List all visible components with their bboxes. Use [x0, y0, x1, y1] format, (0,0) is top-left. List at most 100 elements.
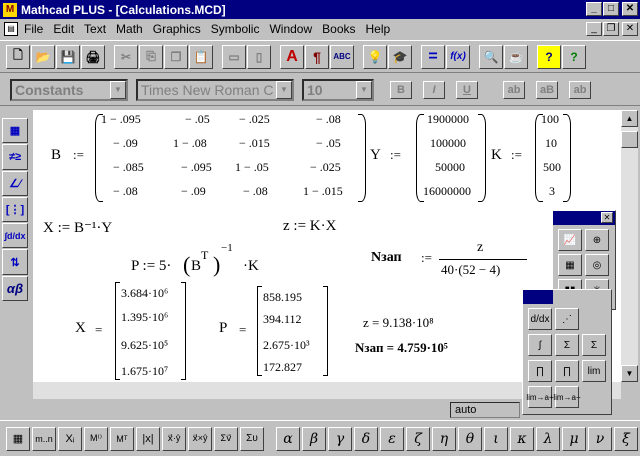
align-horizontal-button[interactable]: ▭ — [222, 44, 246, 69]
scroll-up-icon[interactable]: ▲ — [621, 110, 638, 127]
style-select[interactable]: Constants ▼ — [10, 78, 128, 101]
menu-help[interactable]: Help — [366, 22, 391, 36]
zoom-button[interactable]: 🔍 — [479, 44, 503, 69]
bold-button[interactable]: B — [390, 80, 412, 99]
greek-gamma[interactable]: γ — [328, 426, 352, 451]
calculus-icon[interactable]: ∫d/dx — [2, 223, 28, 249]
graph-icon[interactable]: ∠∕ — [2, 170, 28, 196]
programming-icon[interactable]: ⇅ — [2, 249, 28, 275]
insert-function-button[interactable]: f(x) — [446, 44, 470, 69]
spell-check-button[interactable]: ABC — [330, 44, 354, 69]
greek-icon[interactable]: αβ — [2, 275, 28, 301]
superscript-button[interactable]: aB — [536, 80, 558, 99]
hat-icon[interactable]: 🎓 — [388, 44, 412, 69]
document-icon[interactable]: ▤ — [4, 22, 18, 36]
polar-plot-icon[interactable]: ⊕ — [585, 229, 609, 251]
greek-eta[interactable]: η — [432, 426, 456, 451]
paragraph-button[interactable]: ¶ — [305, 44, 329, 69]
font-select[interactable]: Times New Roman C ▼ — [136, 78, 294, 101]
lightbulb-icon[interactable]: 💡 — [363, 44, 387, 69]
context-help-button[interactable]: ? — [562, 44, 586, 69]
greek-nu[interactable]: ν — [588, 426, 612, 451]
menu-books[interactable]: Books — [322, 22, 355, 36]
summation-button[interactable]: Σ — [555, 334, 579, 356]
matrix-icon[interactable]: [⋮] — [2, 196, 28, 223]
size-select[interactable]: 10 ▼ — [302, 78, 374, 101]
graph-palette-titlebar[interactable]: ✕ — [553, 211, 615, 225]
menu-symbolic[interactable]: Symbolic — [211, 22, 260, 36]
subscript-button[interactable]: Xᵢ — [58, 426, 82, 451]
greek-mu[interactable]: μ — [562, 426, 586, 451]
derivative-button[interactable]: d/dx — [528, 308, 552, 330]
vectorize-button[interactable]: Σv⃗ — [214, 426, 238, 451]
calculus-palette-titlebar[interactable] — [523, 290, 553, 304]
sum-vector-button[interactable]: Συ — [240, 426, 264, 451]
greek-zeta[interactable]: ζ — [406, 426, 430, 451]
contour-plot-icon[interactable]: ◎ — [585, 254, 609, 276]
doc-restore-button[interactable]: ❐ — [603, 22, 619, 36]
inverse-button[interactable]: M⁽⁾ — [84, 426, 108, 451]
greek-epsilon[interactable]: ε — [380, 426, 404, 451]
menu-text[interactable]: Text — [84, 22, 106, 36]
greek-beta[interactable]: β — [302, 426, 326, 451]
align-vertical-button[interactable]: ▯ — [247, 44, 271, 69]
menu-edit[interactable]: Edit — [53, 22, 74, 36]
chevron-down-icon[interactable]: ▼ — [110, 80, 126, 99]
underline-button[interactable]: U — [456, 80, 478, 99]
menu-math[interactable]: Math — [116, 22, 143, 36]
transpose-button[interactable]: Mᵀ — [110, 426, 134, 451]
cross-product-button[interactable]: x⃗×ŷ — [188, 426, 212, 451]
doc-close-button[interactable]: ✕ — [622, 22, 638, 36]
limit-right-button[interactable]: lim→a+ — [526, 386, 554, 408]
paste-button[interactable]: 📋 — [189, 44, 213, 69]
surface-plot-icon[interactable]: ▦ — [558, 254, 582, 276]
calculate-button[interactable]: = — [421, 44, 445, 69]
scroll-down-icon[interactable]: ▼ — [621, 365, 638, 382]
menu-graphics[interactable]: Graphics — [153, 22, 201, 36]
subscript-button[interactable]: ab — [569, 80, 591, 99]
help-button[interactable]: ? — [537, 44, 561, 69]
product-button[interactable]: ∏ — [528, 360, 552, 382]
menu-file[interactable]: File — [24, 22, 43, 36]
range-product-button[interactable]: ∏ — [555, 360, 579, 382]
xy-plot-icon[interactable]: 📈 — [558, 229, 582, 251]
vector-field-icon[interactable]: ⋰ — [555, 308, 579, 330]
greek-iota[interactable]: ι — [484, 426, 508, 451]
abs-button[interactable]: |x| — [136, 426, 160, 451]
resource-button[interactable]: ☕ — [504, 44, 528, 69]
limit-button[interactable]: lim — [582, 360, 606, 382]
chevron-down-icon[interactable]: ▼ — [276, 80, 292, 99]
range-button[interactable]: m..n — [32, 426, 56, 451]
close-icon[interactable]: ✕ — [601, 212, 613, 223]
new-button[interactable]: 🗋 — [6, 44, 30, 69]
vertical-scrollbar[interactable]: ▲ ▼ — [621, 110, 638, 382]
save-button[interactable]: 💾 — [56, 44, 80, 69]
integral-button[interactable]: ∫ — [528, 334, 552, 356]
greek-lambda[interactable]: λ — [536, 426, 560, 451]
close-button[interactable]: ✕ — [622, 2, 638, 16]
insert-text-button[interactable]: A — [280, 44, 304, 69]
dot-product-button[interactable]: x⃗·ŷ — [162, 426, 186, 451]
chevron-down-icon[interactable]: ▼ — [356, 80, 372, 99]
limit-left-button[interactable]: lim→a− — [553, 386, 581, 408]
menu-window[interactable]: Window — [269, 22, 312, 36]
cut-button[interactable]: ✂ — [114, 44, 138, 69]
greek-theta[interactable]: θ — [458, 426, 482, 451]
mathcad-icon[interactable]: M — [3, 2, 17, 17]
copy-button[interactable]: ⎘ — [139, 44, 163, 69]
open-button[interactable]: 📂 — [31, 44, 55, 69]
maximize-button[interactable]: □ — [603, 2, 619, 16]
matrix-insert-icon[interactable]: ▦ — [6, 426, 30, 451]
range-sum-button[interactable]: Σ — [582, 334, 606, 356]
calculator-icon[interactable]: ▦ — [2, 118, 28, 144]
lowercase-button[interactable]: ab — [503, 80, 525, 99]
doc-minimize-button[interactable]: _ — [586, 22, 602, 36]
copy-region-button[interactable]: ❐ — [164, 44, 188, 69]
greek-delta[interactable]: δ — [354, 426, 378, 451]
print-button[interactable]: 🖨 — [81, 44, 105, 69]
italic-button[interactable]: I — [423, 80, 445, 99]
greek-kappa[interactable]: κ — [510, 426, 534, 451]
comparison-icon[interactable]: ≠≥ — [2, 144, 28, 170]
greek-alpha[interactable]: α — [276, 426, 300, 451]
scroll-thumb[interactable] — [621, 131, 638, 148]
